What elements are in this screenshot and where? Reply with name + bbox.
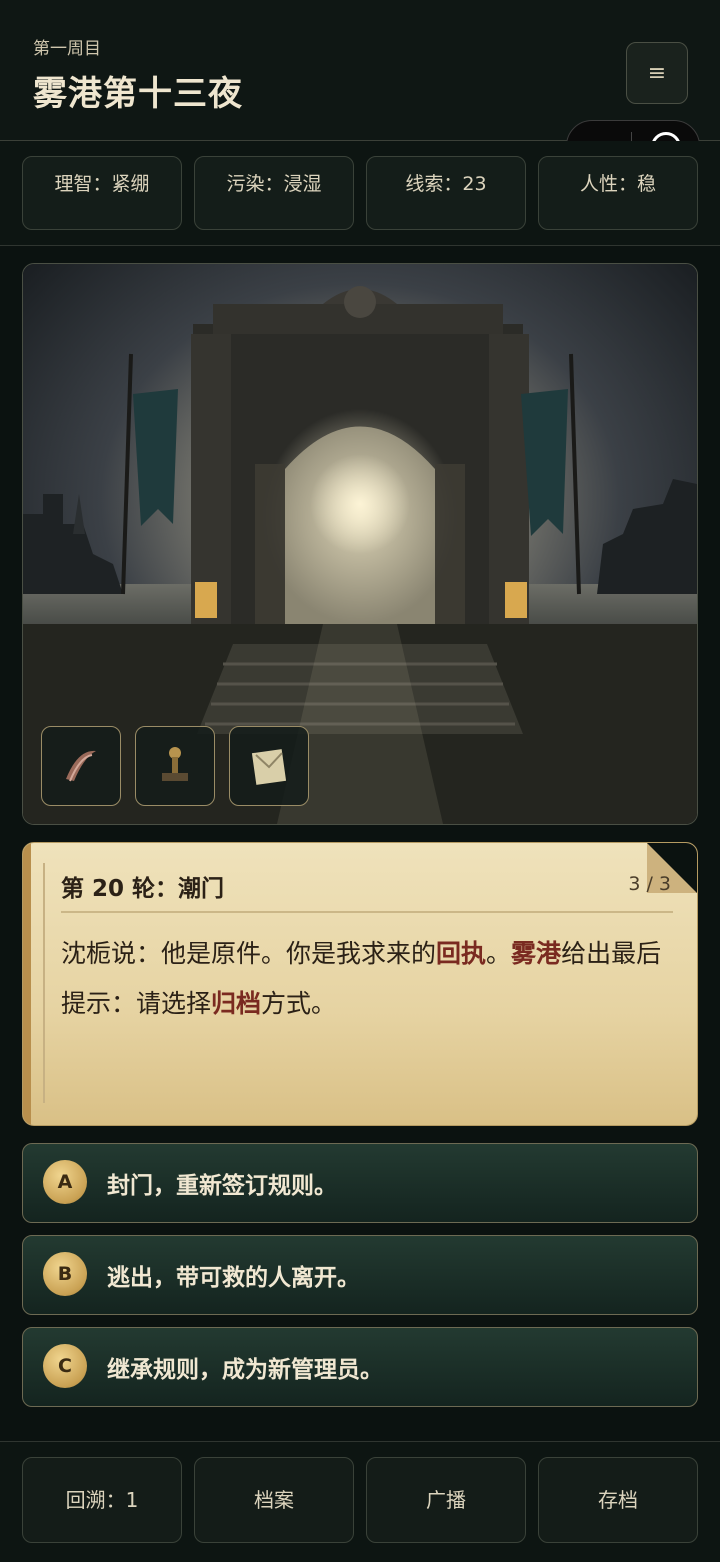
menu-button[interactable]: ≡: [626, 42, 688, 104]
page-title: 雾港第十三夜: [33, 74, 243, 114]
run-subtitle: 第一周目: [33, 39, 101, 59]
keyword-archive: 归档: [211, 989, 262, 1018]
choice-b-badge: B: [43, 1252, 87, 1296]
card-margin-line: [43, 863, 45, 1103]
envelope-icon: [251, 749, 287, 785]
ribbon-icon: [66, 750, 96, 782]
keyword-receipt: 回执: [436, 939, 487, 968]
stat-clues: 线索：23: [366, 156, 526, 230]
menu-icon: ≡: [647, 60, 667, 86]
stat-sanity: 理智：紧绷: [22, 156, 182, 230]
broadcast-button[interactable]: 广播: [366, 1457, 526, 1543]
rewind-button[interactable]: 回溯：1: [22, 1457, 182, 1543]
choice-c[interactable]: C 继承规则，成为新管理员。: [22, 1327, 698, 1407]
choice-c-label: 继承规则，成为新管理员。: [107, 1357, 383, 1383]
harbor-gate-image: [23, 264, 697, 824]
stat-humanity: 人性：稳: [538, 156, 698, 230]
choice-b[interactable]: B 逃出，带可救的人离开。: [22, 1235, 698, 1315]
choice-a-label: 封门，重新签订规则。: [107, 1173, 337, 1199]
keyword-fog-harbor: 雾港: [511, 939, 562, 968]
seal-stamp-icon: [162, 747, 188, 781]
choice-b-label: 逃出，带可救的人离开。: [107, 1265, 360, 1291]
save-button[interactable]: 存档: [538, 1457, 698, 1543]
archive-button[interactable]: 档案: [194, 1457, 354, 1543]
scene-illustration: [22, 263, 698, 825]
choice-a[interactable]: A 封门，重新签订规则。: [22, 1143, 698, 1223]
inventory-slot-2[interactable]: [135, 726, 215, 806]
card-divider: [61, 911, 673, 913]
bottom-toolbar: 回溯：1 档案 广播 存档: [0, 1441, 720, 1562]
inventory-slot-3[interactable]: [229, 726, 309, 806]
stat-contamination: 污染：浸湿: [194, 156, 354, 230]
choice-a-badge: A: [43, 1160, 87, 1204]
round-title: 第 20 轮：潮门: [61, 876, 225, 902]
inventory-slot-1[interactable]: [41, 726, 121, 806]
status-bar: 理智：紧绷 污染：浸湿 线索：23 人性：稳: [0, 141, 720, 246]
choice-c-badge: C: [43, 1344, 87, 1388]
story-card: 第 20 轮：潮门 3 / 3 沈栀说：他是原件。你是我求来的回执。雾港给出最后…: [22, 842, 698, 1126]
page-counter: 3 / 3: [628, 873, 671, 895]
card-spine: [23, 843, 31, 1125]
story-text: 沈栀说：他是原件。你是我求来的回执。雾港给出最后提示：请选择归档方式。: [61, 939, 662, 1018]
